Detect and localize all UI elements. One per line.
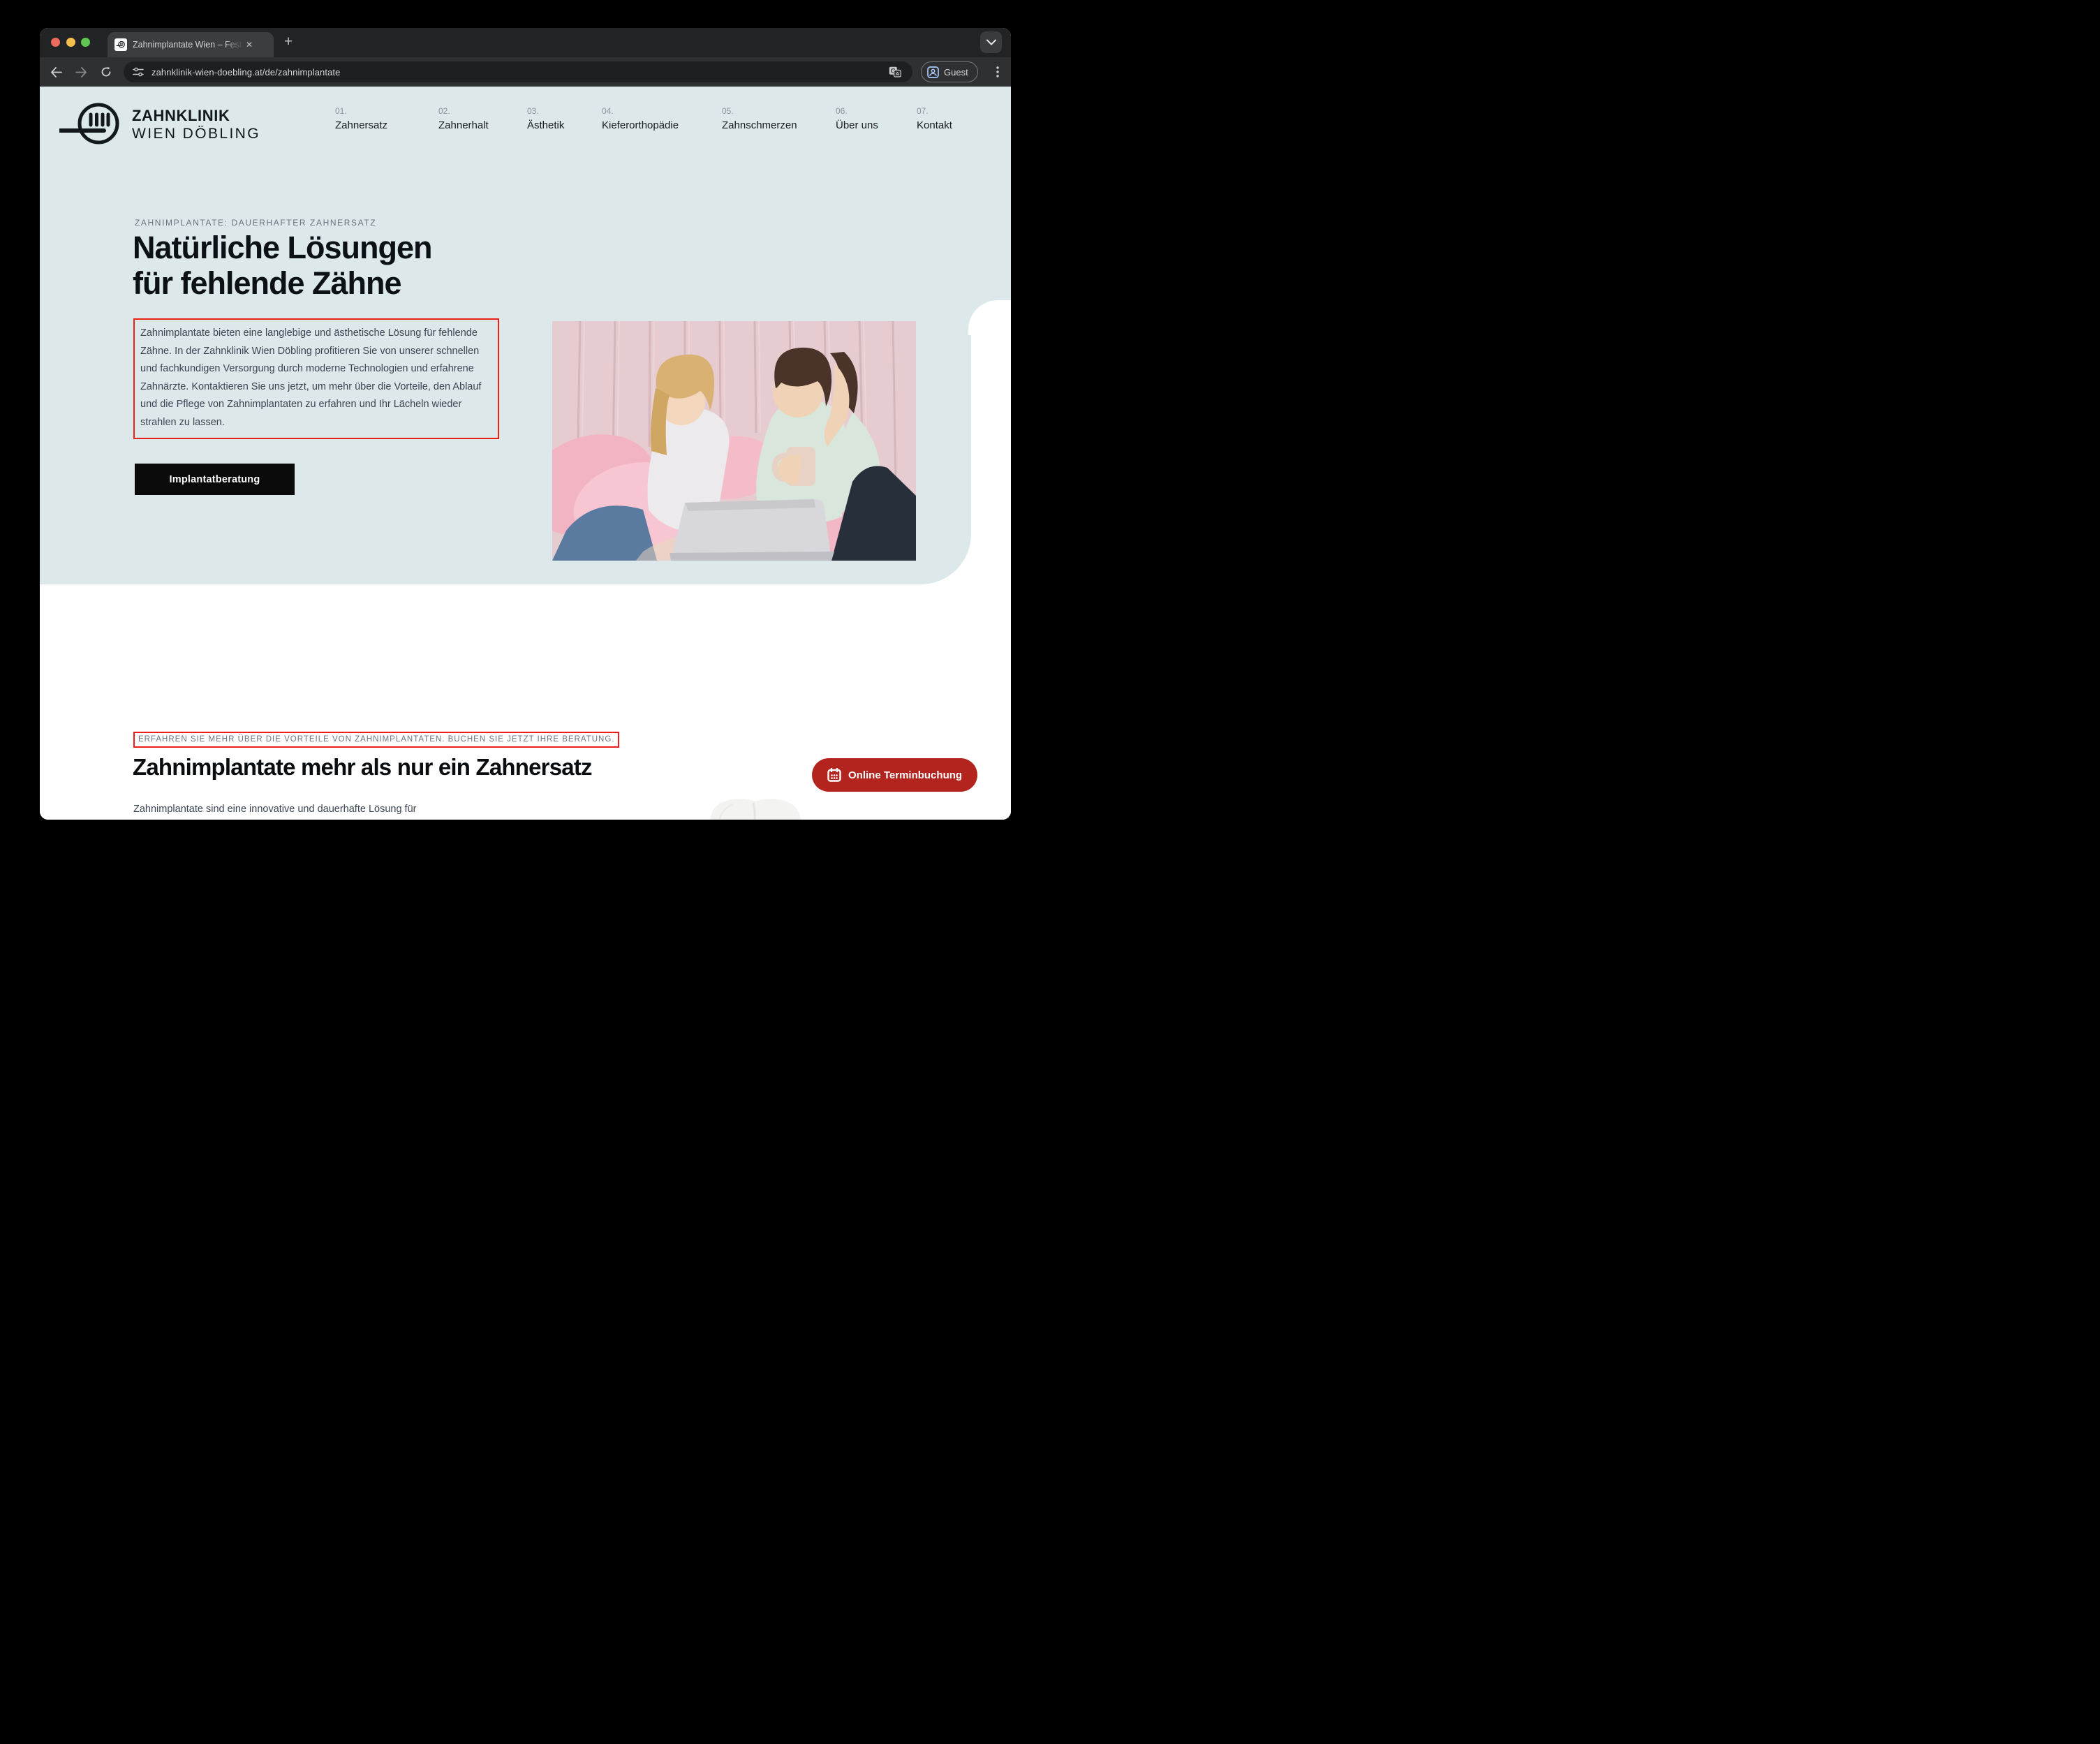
tab-close-icon[interactable]: ✕ [246, 40, 253, 50]
section-eyebrow: ERFAHREN SIE MEHR ÜBER DIE VORTEILE VON … [138, 735, 614, 744]
calendar-icon [827, 768, 841, 782]
section-title: Zahnimplantate mehr als nur ein Zahnersa… [133, 754, 592, 781]
tooth-illustration [704, 797, 806, 820]
nav-item-zahnersatz[interactable]: 01. Zahnersatz [335, 106, 387, 131]
forward-button[interactable] [72, 57, 90, 87]
browser-toolbar: zahnklinik-wien-doebling.at/de/zahnimpla… [40, 57, 1011, 87]
nav-item-kieferorthopaedie[interactable]: 04. Kieferorthopädie [602, 106, 679, 131]
nav-item-zahnerhalt[interactable]: 02. Zahnerhalt [438, 106, 489, 131]
logo-text-line1: ZAHNKLINIK [132, 107, 260, 125]
hero-photo [552, 321, 916, 561]
favicon-logo-icon [116, 40, 126, 50]
site-favicon [114, 38, 127, 51]
online-booking-button[interactable]: Online Terminbuchung [812, 758, 977, 792]
section-paragraph: Zahnimplantate sind eine innovative und … [133, 804, 416, 815]
svg-text:A: A [896, 71, 900, 77]
screenshot-canvas: Zahnimplantate Wien – Fester Zahnersatz … [0, 0, 1050, 872]
guest-profile-button[interactable]: Guest [921, 61, 978, 82]
nav-item-zahnschmerzen[interactable]: 05. Zahnschmerzen [722, 106, 797, 131]
browser-menu-button[interactable] [989, 57, 1006, 87]
tab-search-button[interactable] [980, 31, 1002, 53]
browser-window: Zahnimplantate Wien – Fester Zahnersatz … [40, 28, 1011, 820]
page-content: ZAHNKLINIK WIEN DÖBLING 01. Zahnersatz 0… [40, 87, 1011, 820]
site-controls-icon [133, 67, 144, 77]
hero-paragraph: Zahnimplantate bieten eine langlebige un… [140, 325, 492, 431]
logo-text-line2: WIEN DÖBLING [132, 126, 260, 142]
back-arrow-icon [50, 67, 62, 77]
hero-title: Natürliche Lösungen für fehlende Zähne [133, 230, 432, 302]
back-button[interactable] [47, 57, 65, 87]
section-eyebrow-highlight-box: ERFAHREN SIE MEHR ÜBER DIE VORTEILE VON … [133, 732, 619, 748]
clinic-logo[interactable]: ZAHNKLINIK WIEN DÖBLING [59, 98, 260, 151]
new-tab-button[interactable]: + [284, 34, 293, 50]
implant-consultation-button[interactable]: Implantatberatung [135, 464, 295, 495]
traffic-lights [51, 38, 90, 47]
reload-icon [101, 66, 112, 77]
two-women-laptop-illustration [552, 321, 916, 561]
tab-title-fade [225, 38, 243, 52]
forward-arrow-icon [75, 67, 87, 77]
hero-eyebrow: ZAHNIMPLANTATE: DAUERHAFTER ZAHNERSATZ [135, 218, 376, 228]
tab-strip: Zahnimplantate Wien – Fester Zahnersatz … [40, 28, 1011, 57]
hero-paragraph-highlight-box: Zahnimplantate bieten eine langlebige un… [133, 318, 499, 439]
minimize-window-button[interactable] [66, 38, 75, 47]
hero-background-strip [968, 87, 1011, 335]
guest-avatar-icon [927, 66, 939, 78]
zoom-window-button[interactable] [81, 38, 90, 47]
nav-item-kontakt[interactable]: 07. Kontakt [917, 106, 952, 131]
browser-tab[interactable]: Zahnimplantate Wien – Fester Zahnersatz … [108, 32, 274, 57]
guest-label: Guest [944, 67, 968, 77]
close-window-button[interactable] [51, 38, 60, 47]
nav-item-aesthetik[interactable]: 03. Ästhetik [527, 106, 564, 131]
toothbrush-logo-icon [59, 98, 124, 151]
reload-button[interactable] [97, 57, 115, 87]
url-text[interactable]: zahnklinik-wien-doebling.at/de/zahnimpla… [151, 67, 889, 77]
translate-icon[interactable]: GA [889, 66, 901, 77]
address-bar[interactable]: zahnklinik-wien-doebling.at/de/zahnimpla… [124, 61, 912, 82]
chevron-down-icon [986, 39, 996, 45]
kebab-menu-icon [996, 66, 999, 77]
nav-item-ueber-uns[interactable]: 06. Über uns [836, 106, 878, 131]
